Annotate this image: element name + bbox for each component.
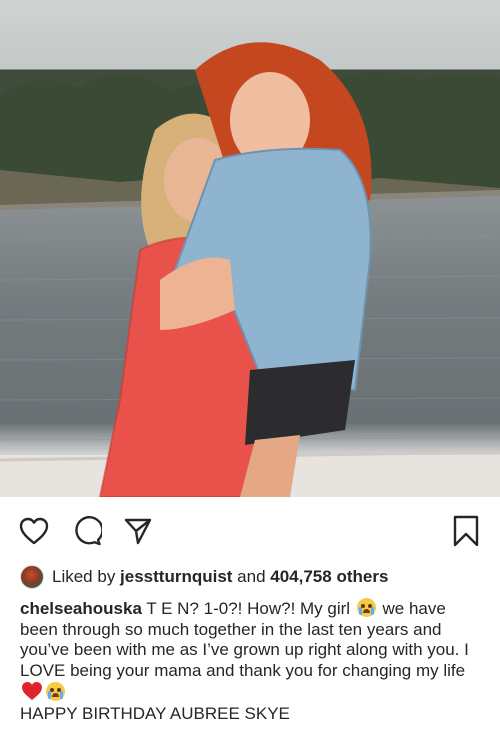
- likes-count-link[interactable]: 404,758 others: [270, 567, 388, 587]
- post-photo[interactable]: [0, 0, 500, 497]
- liker-avatar[interactable]: [20, 565, 44, 589]
- caption-text-1: T E N? 1-0?! How?! My girl: [141, 599, 355, 618]
- red-heart-emoji-icon: [22, 682, 42, 701]
- likes-prefix: Liked by: [52, 567, 121, 586]
- liked-by-user-link[interactable]: jesstturnquist: [120, 567, 232, 587]
- likes-middle: and: [232, 567, 271, 586]
- post-action-bar: [0, 508, 500, 554]
- comment-bubble-icon[interactable]: [67, 508, 107, 554]
- crying-face-emoji-icon: [356, 598, 376, 617]
- bookmark-icon[interactable]: [446, 508, 486, 554]
- photo-illustration: [0, 42, 500, 497]
- paper-plane-icon[interactable]: [118, 508, 158, 554]
- post-caption: chelseahouska T E N? 1-0?! How?! My girl…: [20, 598, 485, 725]
- caption-birthday-line: HAPPY BIRTHDAY AUBREE SKYE: [20, 703, 290, 723]
- crying-face-emoji-icon: [46, 682, 65, 702]
- caption-username-link[interactable]: chelseahouska: [20, 599, 142, 618]
- likes-row: Liked by jesstturnquist and 404,758 othe…: [20, 563, 388, 591]
- heart-outline-icon[interactable]: [14, 508, 54, 554]
